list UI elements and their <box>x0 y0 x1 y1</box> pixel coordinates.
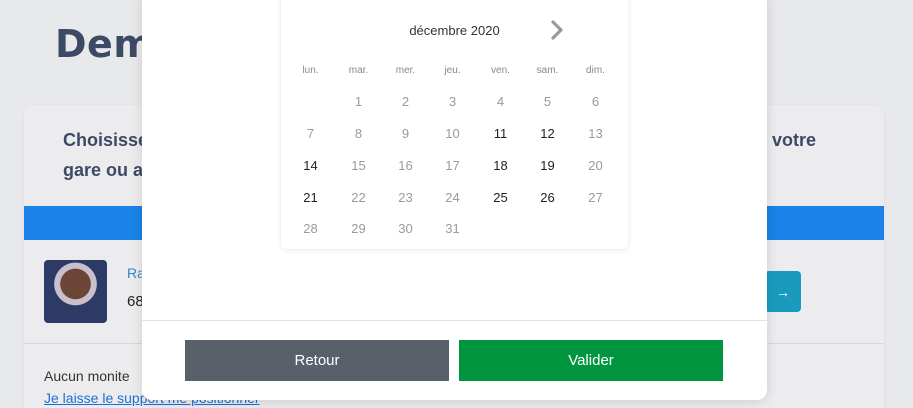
no-monitor-text: Aucun monite <box>44 368 130 384</box>
calendar-day-available[interactable]: 25 <box>477 190 524 205</box>
calendar-day-disabled: 6 <box>591 94 600 109</box>
back-button[interactable]: Retour <box>185 340 449 381</box>
calendar-day-disabled: 2 <box>401 94 410 109</box>
calendar-day-available[interactable]: 21 <box>287 190 334 205</box>
calendar-day-disabled: 9 <box>401 126 410 141</box>
calendar-day-disabled: 31 <box>445 221 460 236</box>
calendar-day-disabled: 28 <box>303 221 318 236</box>
calendar-day-available[interactable]: 11 <box>477 126 524 141</box>
weekday-header: sam. <box>536 65 559 76</box>
calendar-day-disabled: 1 <box>354 94 363 109</box>
calendar-day-disabled: 10 <box>445 126 460 141</box>
weekday-header: ven. <box>491 65 510 76</box>
chevron-right-icon <box>551 20 563 40</box>
calendar-day-disabled: 24 <box>445 190 460 205</box>
calendar-day-disabled: 4 <box>496 94 505 109</box>
calendar-day-disabled: 17 <box>445 158 460 173</box>
calendar-day-available[interactable]: 18 <box>477 158 524 173</box>
go-button[interactable]: → <box>765 271 801 312</box>
card-heading-right: votre <box>772 130 817 150</box>
calendar-day-disabled: 22 <box>351 190 366 205</box>
calendar-day-disabled: 5 <box>543 94 552 109</box>
date-modal: décembre 2020 lun. mar. mer. jeu. ven. sam. di… <box>142 0 767 400</box>
calendar-day-disabled: 29 <box>351 221 366 236</box>
arrow-right-icon: → <box>776 283 790 300</box>
calendar-day-available[interactable]: 26 <box>524 190 571 205</box>
calendar-day-available[interactable]: 14 <box>287 158 334 173</box>
calendar-day-available[interactable]: 12 <box>524 126 571 141</box>
calendar-day-available[interactable]: 19 <box>524 158 571 173</box>
calendar-day-disabled: 13 <box>588 126 603 141</box>
modal-footer-divider <box>142 320 767 321</box>
calendar-day-disabled: 30 <box>398 221 413 236</box>
calendar: décembre 2020 lun. mar. mer. jeu. ven. sam. di… <box>281 0 628 249</box>
weekday-header: mar. <box>348 65 369 76</box>
weekday-header: lun. <box>302 65 319 76</box>
calendar-day-disabled: 27 <box>588 190 603 205</box>
calendar-day-disabled: 20 <box>588 158 603 173</box>
weekday-header: mer. <box>395 65 416 76</box>
validate-button[interactable]: Valider <box>459 340 723 381</box>
calendar-day-disabled: 16 <box>398 158 413 173</box>
calendar-day-disabled: 15 <box>351 158 366 173</box>
weekday-header: jeu. <box>444 65 461 76</box>
weekday-header: dim. <box>586 65 605 76</box>
calendar-day-disabled: 23 <box>398 190 413 205</box>
calendar-day-disabled: 7 <box>306 126 315 141</box>
next-month-button[interactable] <box>546 18 568 42</box>
calendar-day-disabled: 3 <box>448 94 457 109</box>
calendar-day-disabled: 8 <box>354 126 363 141</box>
calendar-month-label: décembre 2020 <box>409 23 500 38</box>
avatar <box>44 260 107 323</box>
